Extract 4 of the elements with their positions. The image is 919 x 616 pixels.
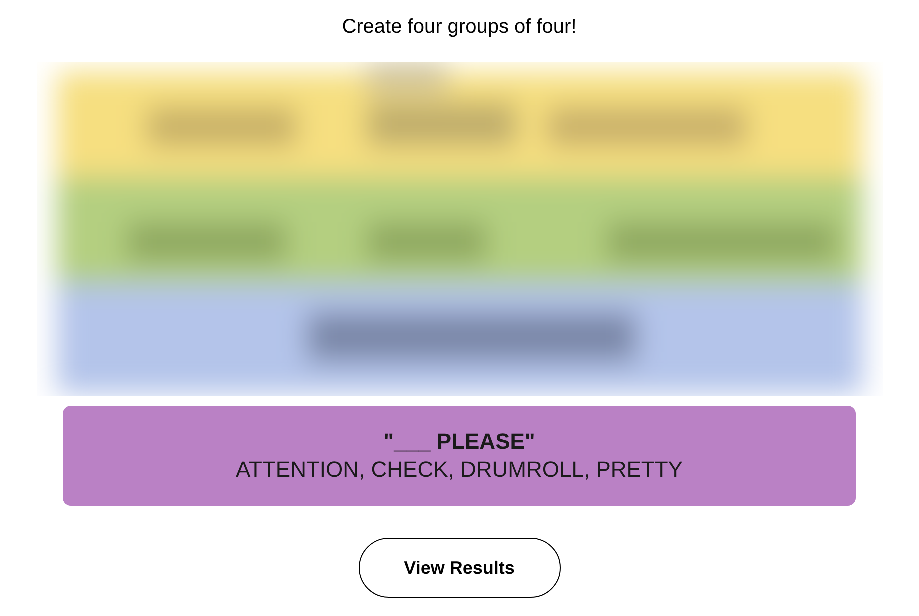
instruction-text: Create four groups of four! [342, 15, 577, 39]
view-results-button[interactable]: View Results [358, 538, 560, 598]
group-title: "___ PLEASE" [384, 428, 536, 456]
group-members: ATTENTION, CHECK, DRUMROLL, PRETTY [236, 456, 683, 484]
